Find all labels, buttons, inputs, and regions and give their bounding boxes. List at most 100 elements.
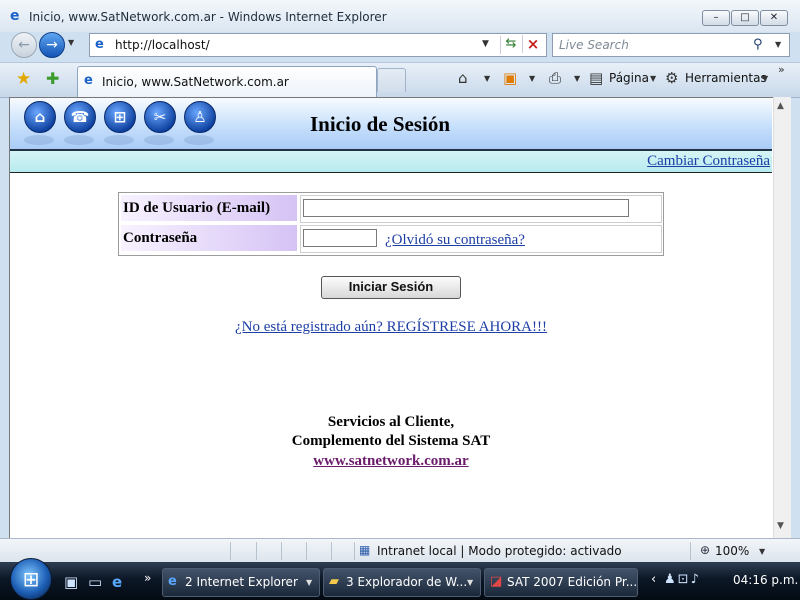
- minimize-button[interactable]: –: [702, 10, 730, 26]
- nav-home-icon[interactable]: ⌂: [24, 101, 56, 133]
- change-password-link[interactable]: Cambiar Contraseña: [647, 153, 770, 170]
- start-button[interactable]: ⊞: [10, 558, 52, 600]
- nav-cart-reflection: [104, 135, 134, 145]
- forgot-password-link[interactable]: ¿Olvidó su contraseña?: [385, 232, 525, 249]
- scroll-down-icon[interactable]: ▼: [777, 521, 784, 531]
- search-input[interactable]: [557, 36, 751, 54]
- page-icon: e: [95, 37, 104, 52]
- zoom-level[interactable]: 100%: [715, 544, 749, 558]
- address-url[interactable]: http://localhost/: [115, 38, 210, 52]
- tray-expand-icon[interactable]: ‹: [651, 572, 656, 587]
- footer-url-container: www.satnetwork.com.ar: [10, 453, 772, 470]
- login-form: ID de Usuario (E-mail) Contraseña ¿Olvid…: [118, 192, 664, 256]
- favorites-star-icon[interactable]: ★: [16, 69, 31, 89]
- taskbar-item-label: 3 Explorador de W...: [346, 575, 468, 589]
- status-divider: [281, 542, 282, 560]
- ie-logo-icon: e: [10, 8, 20, 24]
- print-icon[interactable]: ⎙: [549, 69, 561, 87]
- footer-line-2: Complemento del Sistema SAT: [291, 433, 491, 449]
- page-menu-icon[interactable]: ▤: [589, 69, 603, 87]
- page-menu-dropdown-icon[interactable]: ▼: [650, 74, 656, 83]
- close-button[interactable]: ✕: [760, 10, 788, 26]
- refresh-icon[interactable]: ⇆: [500, 36, 521, 54]
- user-id-value-cell: [300, 195, 662, 223]
- nav-phone-icon[interactable]: ☎: [64, 101, 96, 133]
- security-zone-text[interactable]: Intranet local | Modo protegido: activad…: [377, 544, 622, 558]
- taskbar-item-explorer[interactable]: ▰ 3 Explorador de W... ▼: [323, 568, 481, 597]
- nav-user-reflection: [184, 135, 214, 145]
- tab-inicio[interactable]: e Inicio, www.SatNetwork.com.ar: [77, 66, 377, 97]
- user-id-label: ID de Usuario (E-mail): [123, 200, 271, 216]
- password-label: Contraseña: [123, 230, 198, 246]
- footer-url-link[interactable]: www.satnetwork.com.ar: [313, 453, 468, 469]
- home-icon[interactable]: ⌂: [458, 69, 468, 87]
- page-title: Inicio de Sesión: [310, 112, 451, 136]
- tools-menu[interactable]: Herramientas: [685, 71, 767, 85]
- windows-taskbar: ⊞ ▣ ▭ e » e 2 Internet Explorer ▼ ▰ 3 Ex…: [0, 558, 800, 600]
- user-tray-icon[interactable]: ♟: [664, 572, 678, 587]
- search-box[interactable]: ⚲ ▼: [552, 33, 790, 57]
- back-button[interactable]: ←: [11, 32, 37, 58]
- nav-home-reflection: [24, 135, 54, 145]
- tab-page-icon: e: [84, 73, 93, 88]
- tools-dropdown-icon[interactable]: ▼: [762, 74, 768, 83]
- page-header: ⌂ ☎ ⊞ ✂ ♙ Inicio de Sesión: [10, 98, 772, 151]
- gear-icon[interactable]: ⚙: [665, 69, 678, 87]
- address-dropdown-icon[interactable]: ▼: [482, 39, 489, 49]
- show-desktop-icon[interactable]: ▭: [88, 573, 102, 591]
- taskbar-item-sat-2007[interactable]: ◪ SAT 2007 Edición Pr...: [484, 568, 638, 597]
- forward-button[interactable]: →: [39, 32, 65, 58]
- nav-cart-icon[interactable]: ⊞: [104, 101, 136, 133]
- recent-pages-dropdown[interactable]: ▼: [68, 38, 74, 47]
- intranet-zone-icon: ▦: [359, 543, 371, 557]
- status-divider: [354, 542, 355, 560]
- add-favorite-icon[interactable]: ✚: [46, 69, 59, 88]
- feeds-dropdown-icon[interactable]: ▼: [529, 74, 535, 83]
- login-button[interactable]: Iniciar Sesión: [321, 276, 461, 299]
- subheader-bar: Cambiar Contraseña: [10, 151, 772, 173]
- window-title: Inicio, www.SatNetwork.com.ar - Windows …: [29, 10, 387, 24]
- zoom-icon[interactable]: ⊕: [700, 543, 710, 557]
- stop-icon[interactable]: ×: [522, 35, 543, 53]
- search-icon[interactable]: ⚲: [753, 37, 763, 52]
- status-divider: [230, 542, 231, 560]
- search-options-dropdown[interactable]: ▼: [775, 40, 781, 49]
- taskbar-clock[interactable]: 04:16 p.m.: [733, 573, 798, 587]
- switch-windows-icon[interactable]: ▣: [64, 573, 78, 591]
- new-tab-button[interactable]: [377, 68, 406, 92]
- nav-phone-reflection: [64, 135, 94, 145]
- taskbar-item-dropdown-icon: ▼: [467, 578, 474, 587]
- network-icon[interactable]: ⊡: [678, 572, 691, 587]
- home-dropdown-icon[interactable]: ▼: [484, 74, 490, 83]
- password-input[interactable]: [303, 229, 377, 247]
- folder-icon: ▰: [329, 574, 339, 589]
- toolbar-overflow-chevron-icon[interactable]: »: [778, 63, 785, 76]
- ie-icon: e: [168, 574, 177, 589]
- print-dropdown-icon[interactable]: ▼: [574, 74, 580, 83]
- tab-toolbar: ★ ✚ e Inicio, www.SatNetwork.com.ar ⌂ ▼ …: [0, 62, 800, 98]
- address-bar[interactable]: e http://localhost/ ▼ ⇆ ×: [89, 33, 547, 57]
- maximize-button[interactable]: □: [731, 10, 759, 26]
- scroll-up-icon[interactable]: ▲: [777, 101, 784, 111]
- vertical-scrollbar[interactable]: ▲ ▼: [773, 97, 791, 538]
- user-id-input[interactable]: [303, 199, 629, 217]
- windows-logo-icon: ⊞: [22, 567, 40, 591]
- page-menu[interactable]: Página: [609, 71, 649, 85]
- feeds-icon[interactable]: ▣: [503, 69, 517, 87]
- taskbar-item-label: SAT 2007 Edición Pr...: [507, 575, 638, 589]
- footer-line-1: Servicios al Cliente,: [327, 414, 455, 430]
- nav-user-icon[interactable]: ♙: [184, 101, 216, 133]
- quicklaunch-overflow-icon[interactable]: »: [144, 571, 151, 585]
- back-arrow-icon: ←: [18, 37, 30, 53]
- volume-icon[interactable]: ♪: [691, 572, 701, 587]
- zoom-dropdown-icon[interactable]: ▼: [759, 547, 765, 556]
- window-titlebar: e Inicio, www.SatNetwork.com.ar - Window…: [0, 0, 800, 32]
- taskbar-item-internet-explorer[interactable]: e 2 Internet Explorer ▼: [162, 568, 320, 597]
- register-link[interactable]: ¿No está registrado aún? REGÍSTRESE AHOR…: [10, 319, 772, 336]
- status-divider: [690, 542, 691, 560]
- password-value-cell: ¿Olvidó su contraseña?: [300, 225, 662, 253]
- nav-tools-icon[interactable]: ✂: [144, 101, 176, 133]
- taskbar-item-label: 2 Internet Explorer: [185, 575, 298, 589]
- ie-quicklaunch-icon[interactable]: e: [112, 573, 122, 591]
- system-tray-icons[interactable]: ♟⊡♪: [664, 572, 701, 587]
